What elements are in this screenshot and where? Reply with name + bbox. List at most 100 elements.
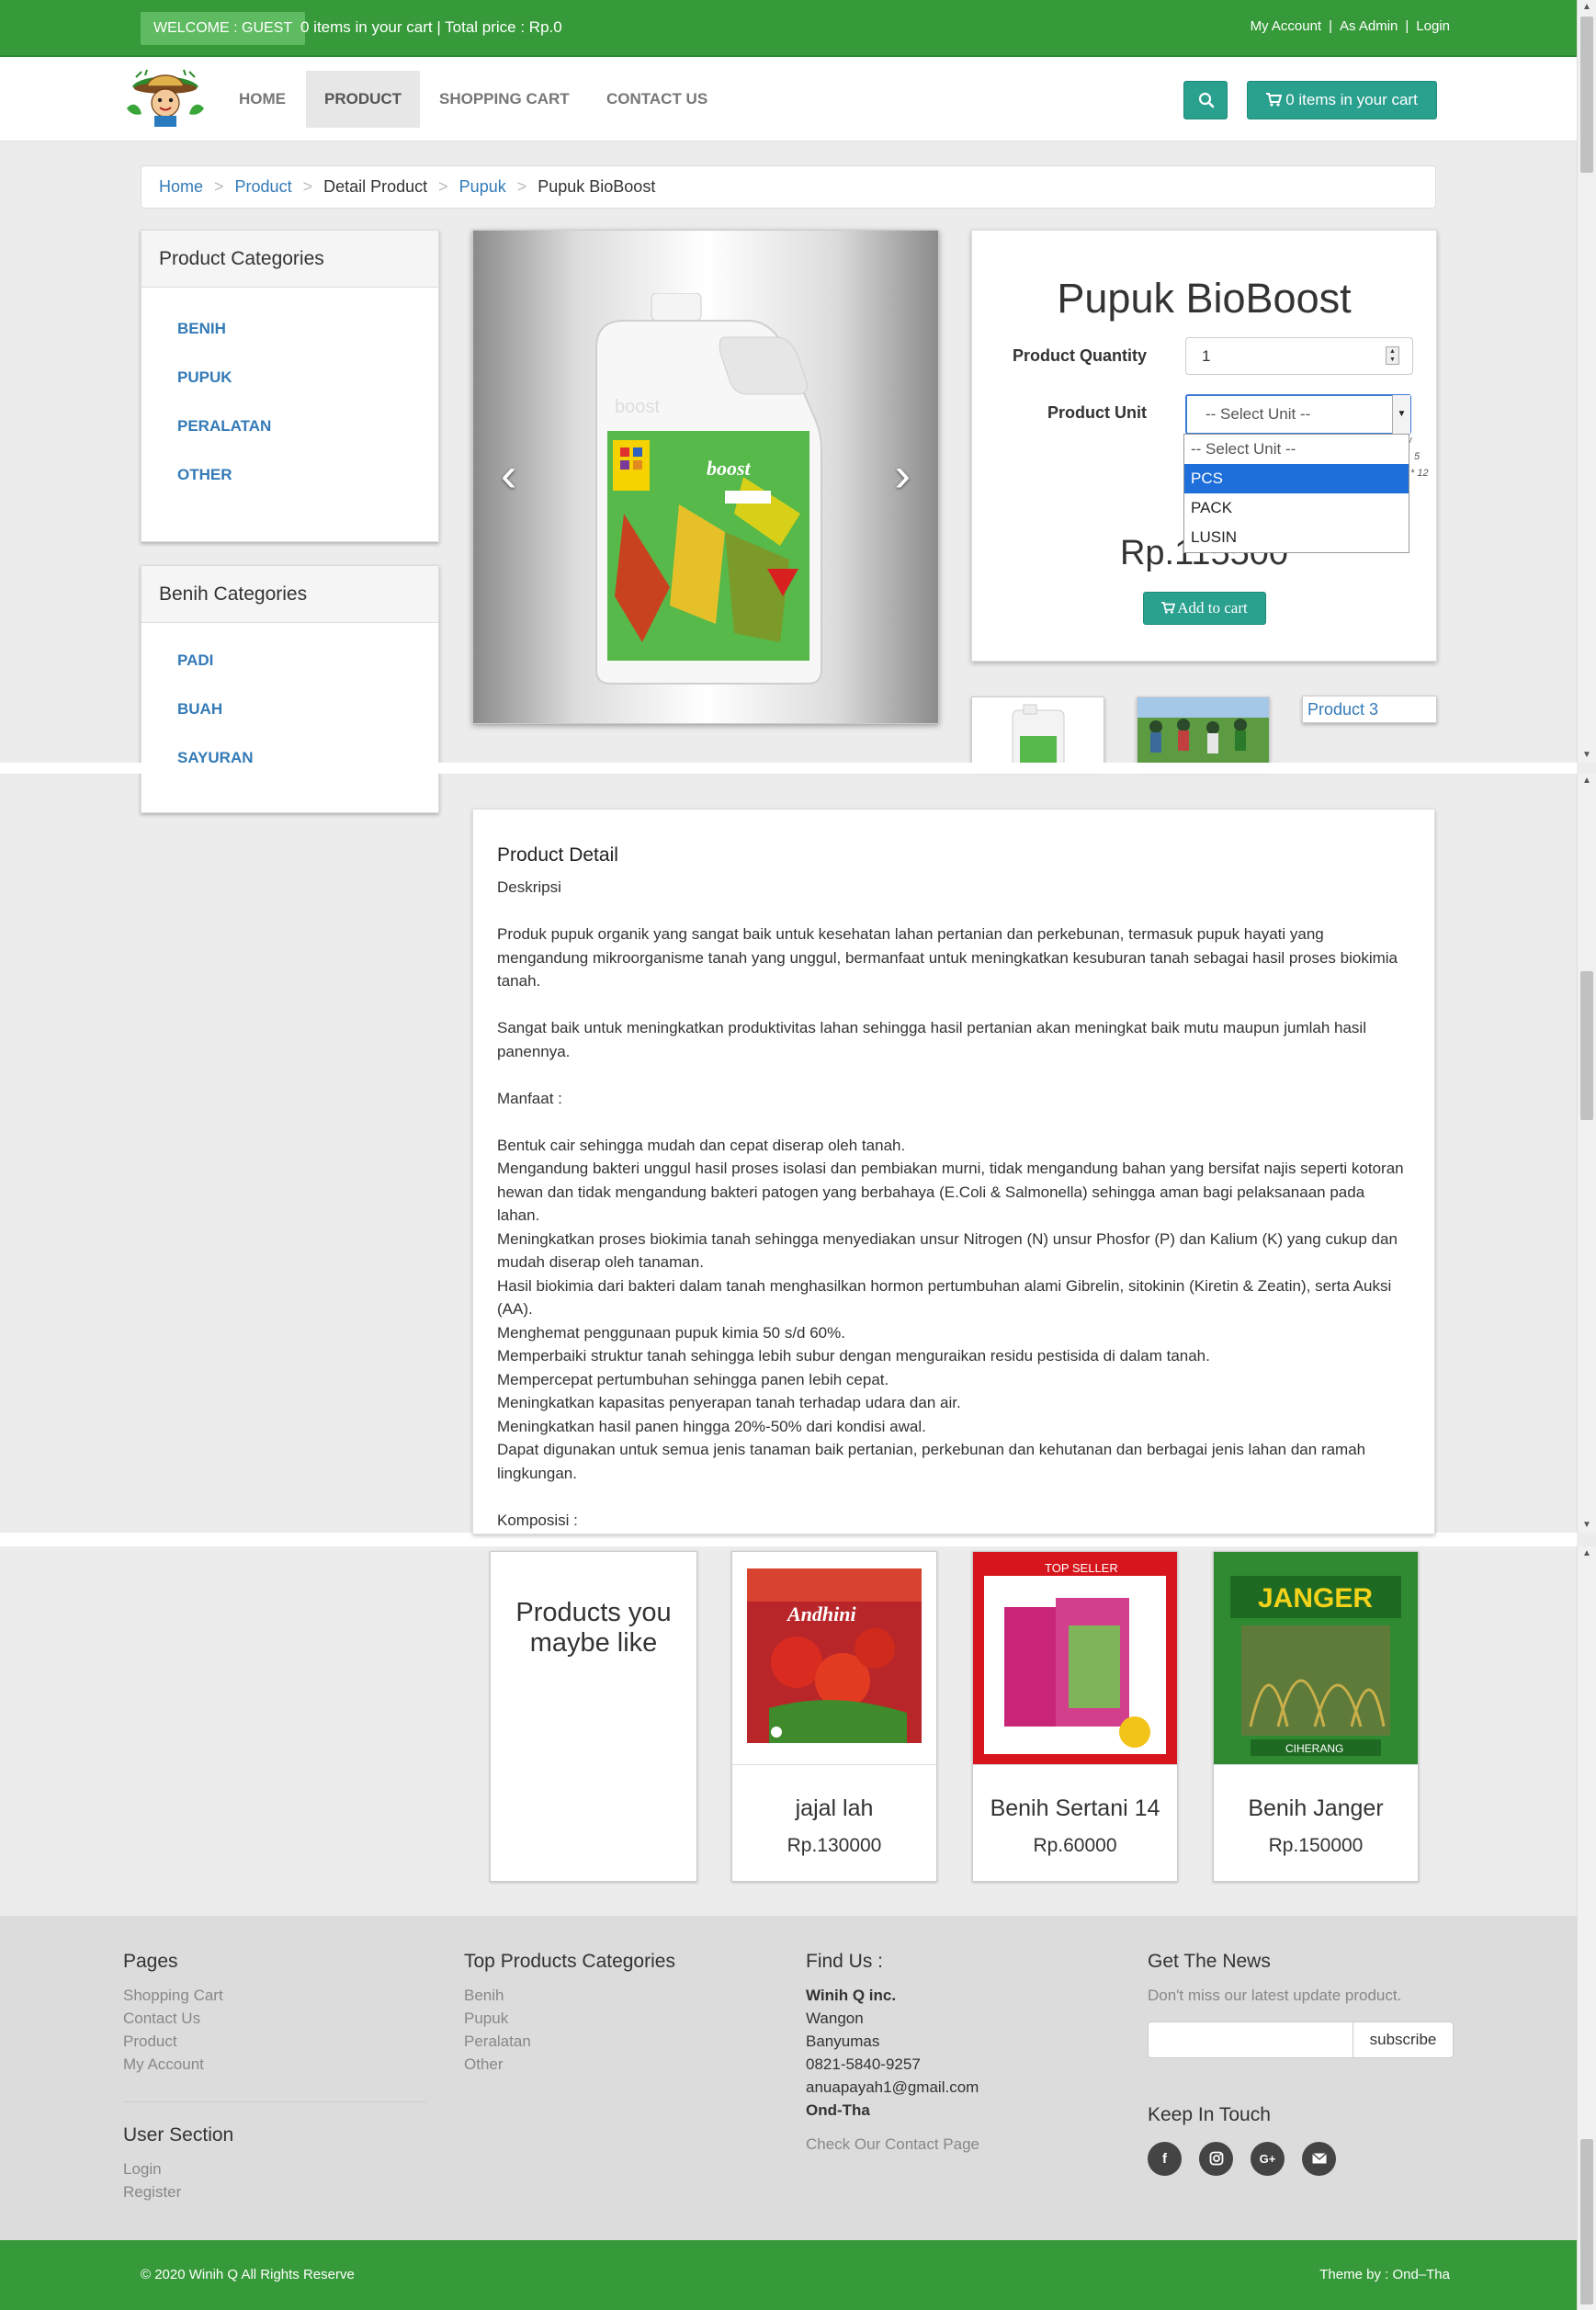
scrollbar[interactable]: ▲ ▼ <box>1577 774 1596 1533</box>
related-product-price: Rp.150000 <box>1268 1835 1364 1856</box>
top-seller-label: TOP SELLER <box>1045 1561 1118 1575</box>
footer-link-register[interactable]: Register <box>123 2180 233 2203</box>
scrollbar-thumb[interactable] <box>1580 971 1593 1120</box>
breadcrumb-home[interactable]: Home <box>159 177 203 196</box>
keep-in-touch-title: Keep In Touch <box>1148 2104 1271 2125</box>
unit-option-lusin[interactable]: LUSIN <box>1184 523 1409 552</box>
quantity-input[interactable]: 1 ▲ ▼ <box>1185 337 1413 375</box>
footer-link-product[interactable]: Product <box>123 2030 223 2053</box>
scroll-up-arrow[interactable]: ▲ <box>1581 1548 1592 1559</box>
benih-categories-panel: Benih Categories PADI BUAH SAYURAN <box>141 565 439 813</box>
as-admin-link[interactable]: As Admin <box>1340 18 1398 34</box>
category-other[interactable]: OTHER <box>141 450 438 499</box>
nav-shopping-cart[interactable]: SHOPPING CART <box>421 71 588 128</box>
unit-option-placeholder[interactable]: -- Select Unit -- <box>1184 435 1409 464</box>
subscribe-button[interactable]: subscribe <box>1353 2021 1454 2058</box>
top-bar: WELCOME : GUEST 0 items in your cart | T… <box>0 0 1577 57</box>
footer-link-login[interactable]: Login <box>123 2157 233 2180</box>
carousel-next-button[interactable]: › <box>895 451 911 499</box>
carousel-prev-button[interactable]: ‹ <box>501 451 516 499</box>
related-product-card[interactable]: JANGER CIHERANG Benih Janger Rp.150000 <box>1213 1551 1419 1882</box>
breadcrumb-current: Pupuk BioBoost <box>538 177 656 196</box>
footer-link-other[interactable]: Other <box>464 2053 675 2076</box>
cart-button-label: 0 items in your cart <box>1285 91 1418 108</box>
footer-user-section: User Section Login Register <box>123 2124 233 2203</box>
unit-select[interactable]: -- Select Unit -- ▼ <box>1185 394 1411 435</box>
footer-link-contact-us[interactable]: Contact Us <box>123 2007 223 2030</box>
footer-find-us-title: Find Us : <box>806 1951 884 1972</box>
google-plus-icon[interactable]: G+ <box>1251 2142 1285 2176</box>
benih-sayuran[interactable]: SAYURAN <box>141 733 438 782</box>
benih-padi[interactable]: PADI <box>141 636 438 685</box>
product-image: boost boost <box>595 293 822 685</box>
scroll-down-arrow[interactable]: ▼ <box>1581 1520 1592 1531</box>
related-product-card[interactable]: TOP SELLER Benih Sertani 14 Rp.60000 <box>972 1551 1178 1882</box>
quantity-spinner[interactable]: ▲ ▼ <box>1386 346 1399 365</box>
contact-page-link[interactable]: Check Our Contact Page <box>806 2133 979 2156</box>
footer-link-pupuk[interactable]: Pupuk <box>464 2007 675 2030</box>
category-pupuk[interactable]: PUPUK <box>141 353 438 402</box>
scroll-up-arrow[interactable]: ▲ <box>1581 2 1592 13</box>
footer-top-categories-title: Top Products Categories <box>464 1951 675 1972</box>
product-detail-panel: Product Detail Deskripsi Produk pupuk or… <box>472 809 1435 1534</box>
instagram-icon[interactable] <box>1199 2142 1233 2176</box>
add-to-cart-button[interactable]: Add to cart <box>1143 592 1266 625</box>
related-product-price: Rp.60000 <box>1033 1835 1117 1856</box>
breadcrumb-pupuk[interactable]: Pupuk <box>459 177 506 196</box>
quantity-label: Product Quantity <box>1013 346 1148 365</box>
thumbnail-1[interactable] <box>971 696 1104 770</box>
footer-link-peralatan[interactable]: Peralatan <box>464 2030 675 2053</box>
unit-option-pcs[interactable]: PCS <box>1184 464 1409 493</box>
scroll-up-arrow[interactable]: ▲ <box>1581 776 1592 787</box>
top-links: My Account | As Admin | Login <box>1250 18 1450 34</box>
product-categories-title: Product Categories <box>141 231 438 288</box>
unit-label: Product Unit <box>1047 403 1147 422</box>
hidden-text-fragment: 5 <box>1414 451 1421 462</box>
footer-news: Get The News Don't miss our latest updat… <box>1148 1951 1401 2007</box>
scrollbar[interactable]: ▲ <box>1577 1546 1596 2310</box>
cart-summary: 0 items in your cart | Total price : Rp.… <box>300 18 562 36</box>
ciherang-label: CIHERANG <box>1285 1742 1343 1755</box>
company-name: Winih Q inc. <box>806 1987 897 2004</box>
footer-link-shopping-cart[interactable]: Shopping Cart <box>123 1984 223 2007</box>
viewport-divider <box>0 763 1577 774</box>
viewport-divider <box>0 1533 1577 1546</box>
category-benih[interactable]: BENIH <box>141 304 438 353</box>
footer-user-title: User Section <box>123 2124 234 2146</box>
email-icon[interactable] <box>1302 2142 1336 2176</box>
cart-button[interactable]: 0 items in your cart <box>1247 81 1437 119</box>
thumbnail-3[interactable]: Product 3 <box>1302 696 1437 723</box>
nav-contact-us[interactable]: CONTACT US <box>588 71 726 128</box>
owner-name: Ond-Tha <box>806 2101 870 2119</box>
search-button[interactable] <box>1183 81 1228 119</box>
scroll-down-arrow[interactable]: ▼ <box>1581 750 1592 761</box>
breadcrumb-product[interactable]: Product <box>235 177 292 196</box>
benih-categories-title: Benih Categories <box>141 566 438 623</box>
footer-pages: Pages Shopping Cart Contact Us Product M… <box>123 1951 223 2076</box>
category-peralatan[interactable]: PERALATAN <box>141 402 438 450</box>
footer-top-categories: Top Products Categories Benih Pupuk Pera… <box>464 1951 675 2076</box>
my-account-link[interactable]: My Account <box>1251 18 1322 34</box>
logo[interactable] <box>123 68 208 127</box>
related-product-name: Benih Janger <box>1248 1795 1384 1821</box>
cart-icon <box>1161 602 1176 614</box>
unit-option-pack[interactable]: PACK <box>1184 493 1409 523</box>
thumbnail-2[interactable] <box>1137 696 1270 770</box>
footer-link-benih[interactable]: Benih <box>464 1984 675 2007</box>
thumbnail-3-label: Product 3 <box>1307 700 1379 719</box>
login-link[interactable]: Login <box>1416 18 1450 34</box>
nav-home[interactable]: HOME <box>221 71 304 128</box>
scrollbar-thumb[interactable] <box>1580 17 1593 173</box>
phone-number: 0821-5840-9257 <box>806 2055 921 2073</box>
benih-buah[interactable]: BUAH <box>141 685 438 733</box>
newsletter-email-input[interactable] <box>1148 2021 1353 2058</box>
facebook-icon[interactable]: f <box>1148 2142 1182 2176</box>
nav-product[interactable]: PRODUCT <box>306 71 421 128</box>
footer-keep-in-touch: Keep In Touch <box>1148 2104 1271 2137</box>
scrollbar[interactable]: ▲ ▼ <box>1577 0 1596 763</box>
footer-link-my-account[interactable]: My Account <box>123 2053 223 2076</box>
andhini-label: Andhini <box>786 1602 856 1625</box>
svg-text:boost: boost <box>707 457 752 480</box>
scrollbar-thumb[interactable] <box>1580 2139 1593 2304</box>
related-product-card[interactable]: Andhini jajal lah Rp.130000 <box>731 1551 937 1882</box>
